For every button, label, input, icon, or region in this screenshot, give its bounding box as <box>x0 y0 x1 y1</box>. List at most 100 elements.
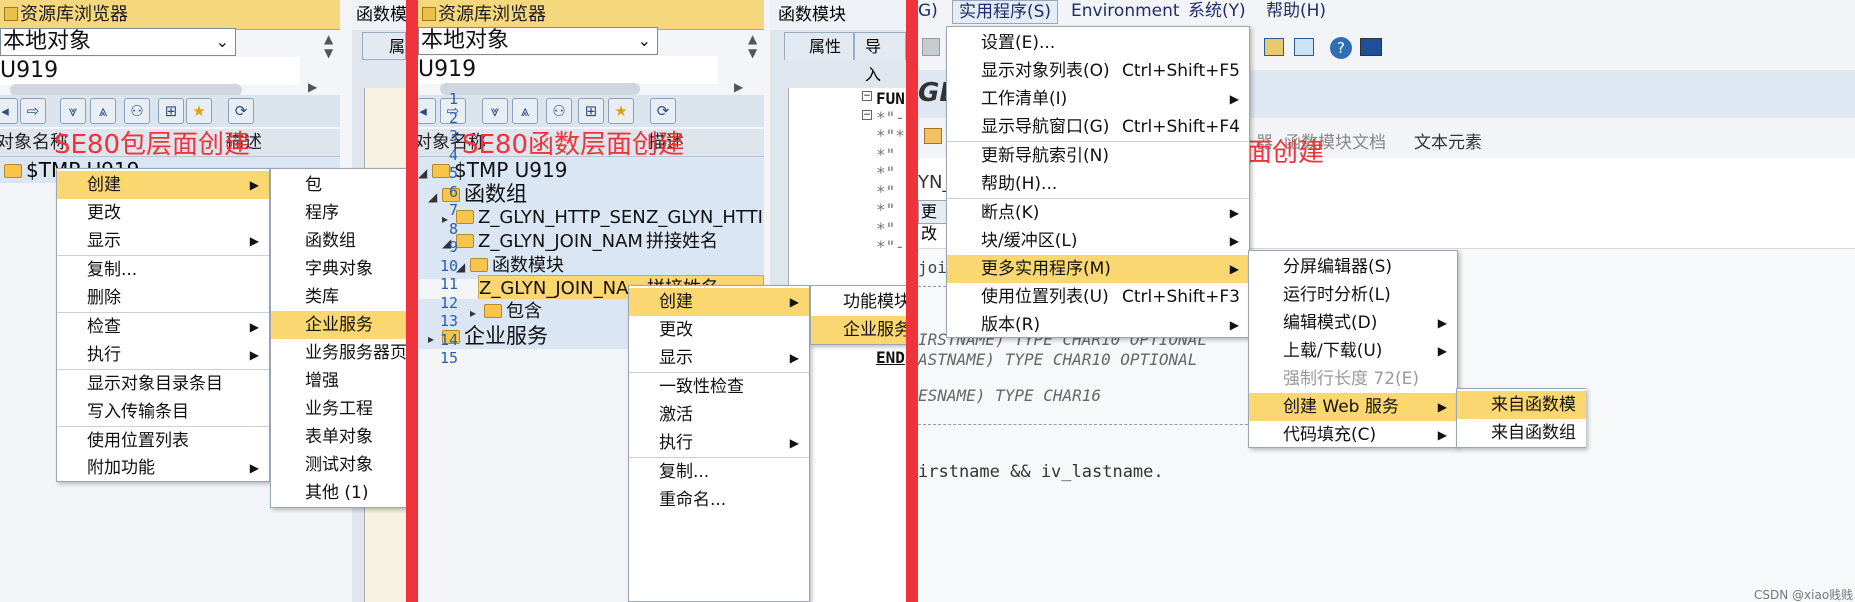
submenu-edit-mode[interactable]: 编辑模式(D) ▶ <box>1249 309 1457 337</box>
submenu-test-object[interactable]: 测试对象 <box>271 451 406 479</box>
submenu-from-function-group[interactable]: 来自函数组 <box>1457 419 1586 447</box>
tab-import[interactable]: 导入 <box>854 32 906 84</box>
expand-icon[interactable]: ⩔ <box>60 98 86 124</box>
web-service-submenu: 来自函数模 来自函数组 <box>1456 388 1586 448</box>
monitor-icon[interactable] <box>1360 38 1382 56</box>
submenu-split-editor[interactable]: 分屏编辑器(S) <box>1249 253 1457 281</box>
menu-item-where-used[interactable]: 使用位置列表 <box>57 427 269 455</box>
menu-item-copy[interactable]: 复制... <box>57 256 269 284</box>
submenu-runtime-analysis[interactable]: 运行时分析(L) <box>1249 281 1457 309</box>
scroll-right-icon[interactable]: ▶ <box>734 80 743 94</box>
submenu-form-object[interactable]: 表单对象 <box>271 423 406 451</box>
hierarchy-icon[interactable]: ⊞ <box>158 98 184 124</box>
menu-item-catalog-entry[interactable]: 显示对象目录条目 <box>57 370 269 398</box>
chevron-right-icon: ▶ <box>249 320 259 334</box>
package-input[interactable]: U919 <box>0 57 300 85</box>
menu-item-consistency-check[interactable]: 一致性检查 <box>629 373 809 401</box>
utilities-menu-item[interactable]: 断点(K) ▶ <box>947 199 1249 227</box>
submenu-function-group[interactable]: 函数组 <box>271 227 406 255</box>
scroll-arrows[interactable]: ▲ ▼ <box>748 32 757 60</box>
submenu-dictionary-object[interactable]: 字典对象 <box>271 255 406 283</box>
menu-item-display[interactable]: 显示 ▶ <box>629 344 809 372</box>
utilities-menu-item[interactable]: 工作清单(I) ▶ <box>947 85 1249 113</box>
submenu-other[interactable]: 其他 (1) <box>271 479 406 507</box>
tab-attributes[interactable]: 属 <box>362 32 406 60</box>
expand-icon[interactable]: ⩔ <box>482 98 508 124</box>
collapse-icon[interactable]: ⩓ <box>512 98 538 124</box>
menu-item-copy[interactable]: 复制... <box>629 458 809 486</box>
menu-item-check[interactable]: 检查 ▶ <box>57 313 269 341</box>
scroll-arrows[interactable]: ▲ ▼ <box>324 32 333 60</box>
back-icon[interactable]: ◂ <box>0 98 18 124</box>
menu-item-create[interactable]: 创建 ▶ <box>57 171 269 199</box>
window-icon[interactable] <box>1294 38 1314 56</box>
tree-node-root[interactable]: ◢ $TMP U919 <box>418 157 764 183</box>
tree-node-function-groups[interactable]: ◢ 函数组 <box>418 181 764 207</box>
save-icon[interactable] <box>922 38 940 56</box>
binoculars-icon[interactable]: ⚇ <box>124 98 150 124</box>
horizontal-scrollbar[interactable] <box>440 83 640 95</box>
utilities-menu-item[interactable]: 更多实用程序(M) ▶ <box>947 255 1249 283</box>
menu-system[interactable]: 系统(Y) <box>1188 0 1246 22</box>
tree-node-join-name[interactable]: ◢ Z_GLYN_JOIN_NAM 拼接姓名 <box>418 229 764 255</box>
refresh-icon[interactable]: ⟳ <box>228 98 254 124</box>
submenu-class-library[interactable]: 类库 <box>271 283 406 311</box>
submenu-enterprise-services[interactable]: 企业服务 <box>271 311 406 339</box>
layout-icon[interactable] <box>1264 38 1284 56</box>
collapse-icon[interactable]: ⩓ <box>90 98 116 124</box>
utilities-menu-item[interactable]: 显示导航窗口(G) Ctrl+Shift+F4 <box>947 113 1249 141</box>
menu-item-delete[interactable]: 删除 <box>57 284 269 312</box>
scroll-right-icon[interactable]: ▶ <box>308 80 317 94</box>
tab-attributes[interactable]: 属性 <box>784 32 854 60</box>
refresh-icon[interactable]: ⟳ <box>650 98 676 124</box>
menu-environment[interactable]: Environment <box>1071 0 1180 22</box>
submenu-bsp[interactable]: 业务服务器页面 <box>271 339 406 367</box>
object-type-select[interactable]: 本地对象 ⌄ <box>0 28 236 56</box>
hierarchy-icon[interactable]: ⊞ <box>578 98 604 124</box>
submenu-business-engineering[interactable]: 业务工程 <box>271 395 406 423</box>
utilities-menu-item[interactable]: 块/缓冲区(L) ▶ <box>947 227 1249 255</box>
menu-item-create[interactable]: 创建 ▶ <box>629 288 809 316</box>
submenu-package[interactable]: 包 <box>271 171 406 199</box>
submenu-enhancement[interactable]: 增强 <box>271 367 406 395</box>
utilities-menu-item[interactable]: 显示对象列表(O) Ctrl+Shift+F5 <box>947 57 1249 85</box>
menu-item-display[interactable]: 显示 ▶ <box>57 227 269 255</box>
submenu-code-completion[interactable]: 代码填充(C) ▶ <box>1249 421 1457 449</box>
menu-help[interactable]: 帮助(H) <box>1266 0 1326 22</box>
utilities-menu-item[interactable]: 设置(E)... <box>947 29 1249 57</box>
tree-node-http-send[interactable]: ▸ Z_GLYN_HTTP_SEN Z_GLYN_HTTI <box>418 205 764 231</box>
submenu-function-module[interactable]: 功能模块 <box>811 288 906 316</box>
menu-utilities[interactable]: 实用程序(S) <box>952 0 1059 24</box>
menu-item-label: 版本(R) <box>981 315 1041 335</box>
submenu-upload-download[interactable]: 上载/下载(U) ▶ <box>1249 337 1457 365</box>
menu-item-transport-entry[interactable]: 写入传输条目 <box>57 398 269 426</box>
menu-item-change[interactable]: 更改 <box>629 316 809 344</box>
submenu-from-function-module[interactable]: 来自函数模 <box>1457 391 1586 419</box>
utilities-menu-item[interactable]: 帮助(H)... <box>947 170 1249 198</box>
help-icon[interactable]: ? <box>1330 37 1352 59</box>
submenu-create-web-service[interactable]: 创建 Web 服务 ▶ <box>1249 393 1457 421</box>
object-type-select[interactable]: 本地对象 ⌄ <box>418 27 658 55</box>
connect-icon[interactable] <box>924 128 942 144</box>
line-number: 11 <box>439 275 458 293</box>
favorite-icon[interactable]: ★ <box>186 98 212 124</box>
menu-item-activate[interactable]: 激活 <box>629 401 809 429</box>
utilities-menu-item[interactable]: 更新导航索引(N) <box>947 142 1249 170</box>
utilities-menu-item[interactable]: 使用位置列表(U) Ctrl+Shift+F3 <box>947 283 1249 311</box>
utilities-menu-item[interactable]: 版本(R) ▶ <box>947 311 1249 339</box>
menu-item-rename[interactable]: 重命名... <box>629 486 809 514</box>
forward-icon[interactable]: ⇨ <box>20 98 46 124</box>
menu-item-execute[interactable]: 执行 ▶ <box>629 429 809 457</box>
submenu-program[interactable]: 程序 <box>271 199 406 227</box>
menu-item-more-functions[interactable]: 附加功能 ▶ <box>57 454 269 482</box>
submenu-enterprise-services[interactable]: 企业服务 <box>811 316 906 344</box>
binoculars-icon[interactable]: ⚇ <box>546 98 572 124</box>
menu-item-change[interactable]: 更改 <box>57 199 269 227</box>
subtab-text-elements[interactable]: 文本元素 <box>1414 128 1482 153</box>
favorite-icon[interactable]: ★ <box>608 98 634 124</box>
collapse-marker-icon[interactable]: − <box>862 110 872 120</box>
menu-goto[interactable]: G) <box>918 0 938 22</box>
collapse-marker-icon[interactable]: − <box>862 91 872 101</box>
package-input[interactable]: U919 <box>418 56 718 84</box>
menu-item-execute[interactable]: 执行 ▶ <box>57 341 269 369</box>
